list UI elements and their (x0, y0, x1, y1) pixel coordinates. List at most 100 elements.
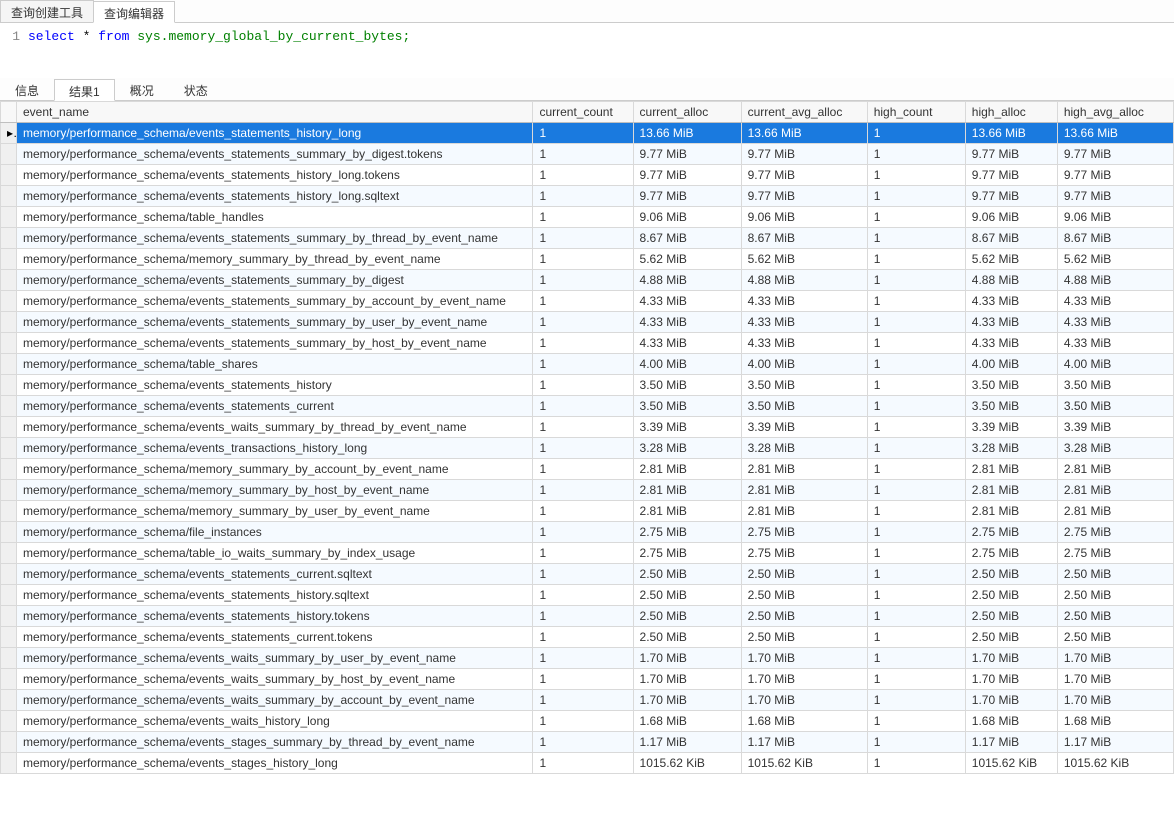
cell-high-count[interactable]: 1 (867, 459, 965, 480)
cell-high-count[interactable]: 1 (867, 585, 965, 606)
table-row[interactable]: memory/performance_schema/events_transac… (1, 438, 1174, 459)
cell-current-count[interactable]: 1 (533, 480, 633, 501)
table-row[interactable]: memory/performance_schema/events_stateme… (1, 291, 1174, 312)
cell-event-name[interactable]: memory/performance_schema/table_handles (17, 207, 533, 228)
cell-current-avg-alloc[interactable]: 2.75 MiB (741, 522, 867, 543)
cell-high-count[interactable]: 1 (867, 333, 965, 354)
cell-high-alloc[interactable]: 1.68 MiB (965, 711, 1057, 732)
cell-event-name[interactable]: memory/performance_schema/events_stateme… (17, 291, 533, 312)
cell-event-name[interactable]: memory/performance_schema/memory_summary… (17, 249, 533, 270)
cell-event-name[interactable]: memory/performance_schema/events_stateme… (17, 585, 533, 606)
cell-high-count[interactable]: 1 (867, 270, 965, 291)
cell-current-avg-alloc[interactable]: 2.50 MiB (741, 585, 867, 606)
table-row[interactable]: memory/performance_schema/events_stateme… (1, 270, 1174, 291)
cell-current-count[interactable]: 1 (533, 291, 633, 312)
cell-current-alloc[interactable]: 1.68 MiB (633, 711, 741, 732)
cell-high-avg-alloc[interactable]: 1.70 MiB (1057, 690, 1173, 711)
cell-current-count[interactable]: 1 (533, 144, 633, 165)
cell-current-count[interactable]: 1 (533, 270, 633, 291)
cell-high-avg-alloc[interactable]: 4.88 MiB (1057, 270, 1173, 291)
table-row[interactable]: memory/performance_schema/memory_summary… (1, 501, 1174, 522)
cell-current-count[interactable]: 1 (533, 648, 633, 669)
cell-event-name[interactable]: memory/performance_schema/events_stateme… (17, 375, 533, 396)
result-grid[interactable]: event_namecurrent_countcurrent_alloccurr… (0, 101, 1174, 822)
cell-high-count[interactable]: 1 (867, 522, 965, 543)
cell-current-alloc[interactable]: 1.17 MiB (633, 732, 741, 753)
cell-current-avg-alloc[interactable]: 8.67 MiB (741, 228, 867, 249)
cell-high-count[interactable]: 1 (867, 186, 965, 207)
cell-event-name[interactable]: memory/performance_schema/events_stateme… (17, 270, 533, 291)
cell-current-count[interactable]: 1 (533, 669, 633, 690)
cell-current-alloc[interactable]: 4.33 MiB (633, 312, 741, 333)
cell-high-alloc[interactable]: 3.50 MiB (965, 396, 1057, 417)
cell-current-alloc[interactable]: 3.50 MiB (633, 396, 741, 417)
cell-event-name[interactable]: memory/performance_schema/events_stateme… (17, 564, 533, 585)
table-row[interactable]: memory/performance_schema/memory_summary… (1, 480, 1174, 501)
cell-high-count[interactable]: 1 (867, 207, 965, 228)
cell-high-alloc[interactable]: 2.50 MiB (965, 606, 1057, 627)
table-row[interactable]: memory/performance_schema/events_stateme… (1, 375, 1174, 396)
cell-high-avg-alloc[interactable]: 8.67 MiB (1057, 228, 1173, 249)
table-row[interactable]: memory/performance_schema/events_waits_h… (1, 711, 1174, 732)
cell-event-name[interactable]: memory/performance_schema/events_waits_s… (17, 690, 533, 711)
cell-current-alloc[interactable]: 9.77 MiB (633, 144, 741, 165)
cell-high-count[interactable]: 1 (867, 144, 965, 165)
cell-high-alloc[interactable]: 4.33 MiB (965, 312, 1057, 333)
cell-current-avg-alloc[interactable]: 9.77 MiB (741, 165, 867, 186)
result-tab-1[interactable]: 结果1 (54, 79, 115, 101)
cell-high-avg-alloc[interactable]: 3.39 MiB (1057, 417, 1173, 438)
cell-high-avg-alloc[interactable]: 3.50 MiB (1057, 375, 1173, 396)
cell-high-avg-alloc[interactable]: 2.81 MiB (1057, 480, 1173, 501)
cell-current-avg-alloc[interactable]: 2.81 MiB (741, 459, 867, 480)
cell-high-alloc[interactable]: 3.50 MiB (965, 375, 1057, 396)
cell-event-name[interactable]: memory/performance_schema/events_stateme… (17, 144, 533, 165)
cell-event-name[interactable]: memory/performance_schema/memory_summary… (17, 459, 533, 480)
cell-high-avg-alloc[interactable]: 4.33 MiB (1057, 291, 1173, 312)
cell-current-alloc[interactable]: 4.00 MiB (633, 354, 741, 375)
cell-current-alloc[interactable]: 2.75 MiB (633, 522, 741, 543)
cell-current-avg-alloc[interactable]: 4.33 MiB (741, 333, 867, 354)
cell-event-name[interactable]: memory/performance_schema/memory_summary… (17, 480, 533, 501)
cell-high-avg-alloc[interactable]: 3.50 MiB (1057, 396, 1173, 417)
cell-event-name[interactable]: memory/performance_schema/memory_summary… (17, 501, 533, 522)
top-tab-0[interactable]: 查询创建工具 (0, 0, 94, 22)
cell-current-count[interactable]: 1 (533, 543, 633, 564)
cell-high-alloc[interactable]: 3.28 MiB (965, 438, 1057, 459)
cell-high-avg-alloc[interactable]: 2.50 MiB (1057, 627, 1173, 648)
table-row[interactable]: memory/performance_schema/events_stateme… (1, 333, 1174, 354)
cell-high-count[interactable]: 1 (867, 417, 965, 438)
cell-current-count[interactable]: 1 (533, 123, 633, 144)
column-header-current_avg_alloc[interactable]: current_avg_alloc (741, 102, 867, 123)
cell-event-name[interactable]: memory/performance_schema/events_stateme… (17, 627, 533, 648)
cell-current-alloc[interactable]: 8.67 MiB (633, 228, 741, 249)
column-header-event_name[interactable]: event_name (17, 102, 533, 123)
cell-current-count[interactable]: 1 (533, 438, 633, 459)
cell-high-alloc[interactable]: 2.50 MiB (965, 585, 1057, 606)
table-row[interactable]: memory/performance_schema/events_stages_… (1, 753, 1174, 774)
table-row[interactable]: memory/performance_schema/events_waits_s… (1, 417, 1174, 438)
cell-high-count[interactable]: 1 (867, 753, 965, 774)
cell-high-alloc[interactable]: 1015.62 KiB (965, 753, 1057, 774)
column-header-current_alloc[interactable]: current_alloc (633, 102, 741, 123)
table-row[interactable]: memory/performance_schema/events_stateme… (1, 186, 1174, 207)
cell-high-avg-alloc[interactable]: 2.81 MiB (1057, 459, 1173, 480)
cell-high-alloc[interactable]: 2.75 MiB (965, 522, 1057, 543)
cell-current-avg-alloc[interactable]: 4.00 MiB (741, 354, 867, 375)
sql-code-line[interactable]: select * from sys.memory_global_by_curre… (28, 29, 410, 72)
cell-current-count[interactable]: 1 (533, 333, 633, 354)
cell-high-alloc[interactable]: 2.50 MiB (965, 564, 1057, 585)
cell-current-alloc[interactable]: 3.39 MiB (633, 417, 741, 438)
table-row[interactable]: memory/performance_schema/events_waits_s… (1, 669, 1174, 690)
cell-current-alloc[interactable]: 2.50 MiB (633, 627, 741, 648)
table-row[interactable]: memory/performance_schema/table_handles 1… (1, 207, 1174, 228)
cell-current-count[interactable]: 1 (533, 396, 633, 417)
cell-high-avg-alloc[interactable]: 9.77 MiB (1057, 186, 1173, 207)
cell-high-avg-alloc[interactable]: 3.28 MiB (1057, 438, 1173, 459)
cell-high-alloc[interactable]: 2.75 MiB (965, 543, 1057, 564)
table-row[interactable]: memory/performance_schema/events_stateme… (1, 606, 1174, 627)
cell-current-alloc[interactable]: 2.50 MiB (633, 585, 741, 606)
cell-high-avg-alloc[interactable]: 2.50 MiB (1057, 606, 1173, 627)
cell-high-count[interactable]: 1 (867, 480, 965, 501)
table-row[interactable]: memory/performance_schema/events_waits_s… (1, 648, 1174, 669)
cell-current-count[interactable]: 1 (533, 501, 633, 522)
